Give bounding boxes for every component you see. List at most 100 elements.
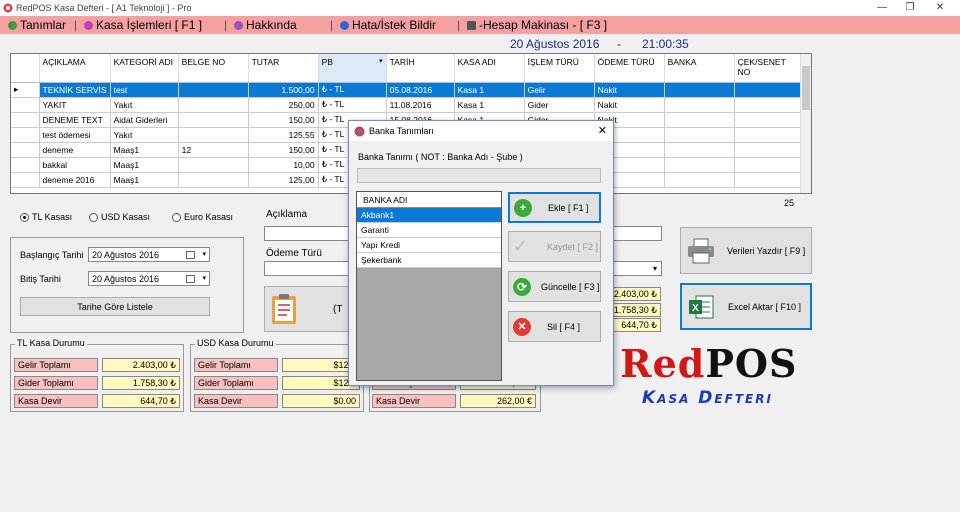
row-indicator[interactable] — [11, 97, 40, 113]
table-cell[interactable]: ₺ - TL — [318, 97, 387, 113]
table-cell[interactable]: DENEME TEXT — [39, 112, 111, 128]
table-row[interactable]: ▸ TEKNİK SERVİS test 1.500,00 ₺ - TL 05.08.20… — [11, 82, 805, 98]
start-date-picker[interactable]: 20 Ağustos 2016 ▾ — [88, 247, 210, 262]
bank-list-item[interactable]: Şekerbank — [357, 253, 501, 268]
table-cell[interactable] — [178, 112, 249, 128]
table-cell[interactable] — [664, 97, 735, 113]
menu-hata-bildir[interactable]: Hata/İstek Bildir — [340, 18, 436, 32]
row-indicator[interactable] — [11, 127, 40, 143]
menu-hesap-makinasi[interactable]: -Hesap Makinası - [ F3 ] — [467, 18, 607, 32]
update-bank-button[interactable]: ⟳ Güncelle [ F3 ] — [508, 271, 601, 302]
table-cell[interactable] — [734, 142, 805, 158]
table-cell[interactable]: Nakit — [594, 97, 665, 113]
row-indicator[interactable] — [11, 112, 40, 128]
radio-tl-kasasi[interactable]: TL Kasası — [20, 212, 72, 222]
col-pb[interactable]: PB ▾ — [318, 54, 387, 83]
table-cell[interactable] — [178, 157, 249, 173]
col-belge-no[interactable]: BELGE NO — [178, 54, 249, 83]
row-indicator[interactable] — [11, 157, 40, 173]
table-cell[interactable] — [664, 142, 735, 158]
minimize-button[interactable]: — — [872, 2, 892, 13]
table-cell[interactable]: 125,55 — [248, 127, 319, 143]
table-cell[interactable]: test — [110, 82, 179, 98]
table-cell[interactable]: TEKNİK SERVİS — [39, 82, 111, 98]
table-cell[interactable] — [664, 112, 735, 128]
table-cell[interactable]: Maaş1 — [110, 172, 179, 188]
table-cell[interactable] — [664, 157, 735, 173]
table-cell[interactable] — [734, 112, 805, 128]
table-cell[interactable]: YAKIT — [39, 97, 111, 113]
bank-list-item[interactable]: Akbank1 — [357, 208, 501, 223]
row-indicator[interactable] — [11, 172, 40, 188]
radio-euro-kasasi[interactable]: Euro Kasası — [172, 212, 233, 222]
table-cell[interactable]: Maaş1 — [110, 157, 179, 173]
col-banka[interactable]: BANKA — [664, 54, 735, 83]
table-row[interactable]: YAKIT Yakıt 250,00 ₺ - TL 11.08.2016 Kasa 1 Gi… — [11, 97, 805, 113]
row-indicator[interactable]: ▸ — [11, 82, 40, 98]
col-islem-turu[interactable]: İŞLEM TÜRÜ — [524, 54, 595, 83]
table-cell[interactable]: Gelir — [524, 82, 595, 98]
table-cell[interactable]: Aidat Giderleri — [110, 112, 179, 128]
table-cell[interactable] — [178, 97, 249, 113]
table-cell[interactable]: 1.500,00 — [248, 82, 319, 98]
table-cell[interactable] — [734, 172, 805, 188]
table-cell[interactable] — [734, 127, 805, 143]
row-indicator[interactable] — [11, 142, 40, 158]
dialog-close-button[interactable]: ✕ — [598, 124, 607, 137]
col-odeme-turu[interactable]: ÖDEME TÜRÜ — [594, 54, 665, 83]
table-cell[interactable] — [734, 82, 805, 98]
table-cell[interactable]: 125,00 — [248, 172, 319, 188]
table-cell[interactable] — [178, 127, 249, 143]
table-cell[interactable] — [664, 127, 735, 143]
col-cek-senet[interactable]: ÇEK/SENET NO — [734, 54, 805, 83]
delete-bank-button[interactable]: ✕ Sil [ F4 ] — [508, 311, 601, 342]
save-transaction-button[interactable]: (T — [264, 286, 354, 332]
bank-list-item[interactable]: Garanti — [357, 223, 501, 238]
table-cell[interactable]: Gider — [524, 97, 595, 113]
menu-tanimlar[interactable]: Tanımlar — [8, 18, 66, 32]
menu-hakkinda[interactable]: Hakkında — [234, 18, 297, 32]
save-bank-button[interactable]: ✓ Kaydet [ F2 ] — [508, 231, 601, 262]
bank-list-item[interactable]: Yapı Kredi — [357, 238, 501, 253]
table-cell[interactable]: 10,00 — [248, 157, 319, 173]
table-cell[interactable]: 250,00 — [248, 97, 319, 113]
menu-kasa-islemleri[interactable]: Kasa İşlemleri [ F1 ] — [84, 18, 202, 32]
grid-scrollbar[interactable] — [800, 54, 811, 193]
restore-button[interactable]: ❐ — [900, 2, 920, 13]
table-cell[interactable]: Kasa 1 — [454, 82, 525, 98]
table-cell[interactable]: 11.08.2016 — [386, 97, 455, 113]
print-button[interactable]: Verileri Yazdır [ F9 ] — [680, 227, 812, 274]
table-cell[interactable]: 150,00 — [248, 142, 319, 158]
table-cell[interactable]: Kasa 1 — [454, 97, 525, 113]
table-cell[interactable] — [664, 172, 735, 188]
bank-list[interactable]: BANKA ADI Akbank1 Garanti Yapı Kredi Şek… — [356, 191, 502, 381]
table-cell[interactable]: deneme 2016 — [39, 172, 111, 188]
table-cell[interactable]: deneme — [39, 142, 111, 158]
table-cell[interactable]: test ödemesi — [39, 127, 111, 143]
col-kasa-adi[interactable]: KASA ADI — [454, 54, 525, 83]
table-cell[interactable]: 05.08.2016 — [386, 82, 455, 98]
table-cell[interactable]: 150,00 — [248, 112, 319, 128]
table-cell[interactable] — [734, 97, 805, 113]
excel-export-button[interactable]: X Excel Aktar [ F10 ] — [680, 283, 812, 330]
table-cell[interactable]: Yakıt — [110, 127, 179, 143]
col-aciklama[interactable]: AÇIKLAMA — [39, 54, 111, 83]
table-cell[interactable]: Maaş1 — [110, 142, 179, 158]
table-cell[interactable]: bakkal — [39, 157, 111, 173]
table-cell[interactable]: ₺ - TL — [318, 82, 387, 98]
col-tarih[interactable]: TARİH — [386, 54, 455, 83]
col-kategori[interactable]: KATEGORİ ADI — [110, 54, 179, 83]
bank-name-input[interactable] — [357, 168, 601, 183]
table-cell[interactable]: Nakit — [594, 82, 665, 98]
table-cell[interactable] — [178, 82, 249, 98]
list-by-date-button[interactable]: Tarihe Göre Listele — [20, 297, 210, 316]
table-cell[interactable]: Yakıt — [110, 97, 179, 113]
col-tutar[interactable]: TUTAR — [248, 54, 319, 83]
table-cell[interactable] — [734, 157, 805, 173]
table-cell[interactable]: 12 — [178, 142, 249, 158]
add-bank-button[interactable]: + Ekle [ F1 ] — [508, 192, 601, 223]
table-cell[interactable] — [178, 172, 249, 188]
close-button[interactable]: ✕ — [930, 2, 950, 13]
end-date-picker[interactable]: 20 Ağustos 2016 ▾ — [88, 271, 210, 286]
radio-usd-kasasi[interactable]: USD Kasası — [89, 212, 150, 222]
